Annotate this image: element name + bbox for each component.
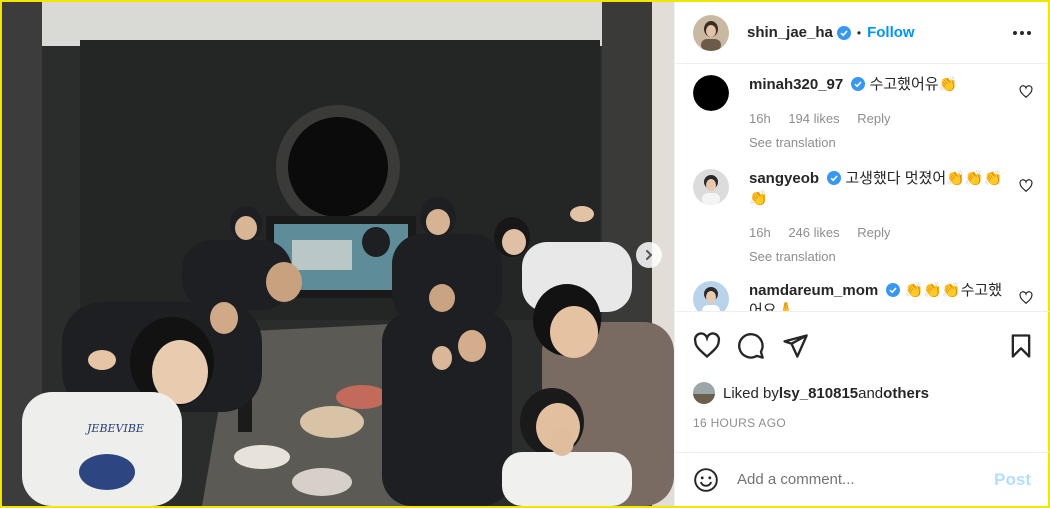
author-username[interactable]: shin_jae_ha: [747, 24, 833, 41]
more-horizontal-icon: [1013, 30, 1031, 35]
comment-time: 16h: [749, 225, 771, 240]
author-avatar-image: [693, 14, 729, 51]
more-options-button[interactable]: [1010, 21, 1034, 45]
see-translation-link[interactable]: See translation: [749, 133, 1011, 153]
next-photo-button[interactable]: [636, 242, 662, 268]
liked-by-prefix: Liked by: [723, 384, 779, 402]
comments-list[interactable]: minah320_97 수고했어유👏 16h 194 likes Reply S…: [675, 65, 1049, 312]
verified-badge-icon: [851, 77, 866, 91]
reply-button[interactable]: Reply: [857, 225, 890, 240]
heart-icon: [693, 332, 721, 359]
group-photo-illustration: JEBEVIBE: [2, 2, 674, 506]
comment-text: 수고했어유👏: [869, 76, 958, 93]
comment-time: 16h: [749, 111, 771, 126]
post-action-bar: [693, 332, 1033, 362]
smiley-icon: [694, 467, 718, 492]
post-side-panel: shin_jae_ha • Follow minah320_97 수고했어유👏 …: [674, 2, 1049, 506]
commenter-username[interactable]: namdareum_mom: [749, 282, 878, 299]
comment-likes[interactable]: 194 likes: [788, 111, 839, 126]
like-comment-button[interactable]: [1019, 179, 1033, 193]
paper-plane-icon: [783, 334, 808, 358]
bookmark-icon: [1011, 334, 1031, 358]
svg-text:JEBEVIBE: JEBEVIBE: [85, 422, 144, 435]
share-button[interactable]: [781, 332, 809, 360]
post-timestamp[interactable]: 16 HOURS AGO: [693, 416, 786, 430]
heart-icon: [1019, 179, 1033, 193]
commenter-avatar[interactable]: [693, 281, 729, 311]
comment-input[interactable]: [737, 471, 977, 488]
chevron-right-icon: [646, 250, 653, 260]
post-comment-button[interactable]: Post: [994, 470, 1031, 490]
liked-by-row: Liked by lsy_810815 and others: [693, 382, 929, 404]
like-comment-button[interactable]: [1019, 85, 1033, 99]
commenter-avatar[interactable]: [693, 169, 729, 205]
heart-icon: [1019, 85, 1033, 99]
verified-badge-icon: [886, 283, 901, 297]
liker-avatar[interactable]: [693, 382, 715, 404]
reply-button[interactable]: Reply: [857, 111, 890, 126]
author-avatar[interactable]: [693, 14, 729, 51]
post-photo[interactable]: JEBEVIBE: [2, 2, 674, 506]
commenter-username[interactable]: sangyeob: [749, 170, 819, 187]
comment-button[interactable]: [737, 332, 765, 360]
follow-button[interactable]: Follow: [867, 24, 915, 41]
save-button[interactable]: [1007, 332, 1035, 360]
commenter-avatar[interactable]: [693, 75, 729, 111]
speech-bubble-icon: [738, 333, 764, 359]
add-comment-bar: Post: [675, 452, 1049, 506]
post-header: shin_jae_ha • Follow: [675, 2, 1048, 64]
see-translation-link[interactable]: See translation: [749, 247, 1011, 267]
verified-badge-icon: [827, 171, 842, 185]
header-separator: •: [856, 25, 862, 40]
liked-by-user[interactable]: lsy_810815: [779, 385, 858, 402]
liked-by-middle: and: [858, 384, 884, 402]
emoji-button[interactable]: [693, 467, 719, 493]
like-comment-button[interactable]: [1019, 291, 1033, 305]
liked-by-others-link[interactable]: others: [883, 385, 929, 402]
verified-badge-icon: [836, 25, 851, 40]
heart-icon: [1019, 291, 1033, 305]
commenter-username[interactable]: minah320_97: [749, 76, 843, 93]
comment-likes[interactable]: 246 likes: [788, 225, 839, 240]
like-post-button[interactable]: [693, 332, 721, 360]
